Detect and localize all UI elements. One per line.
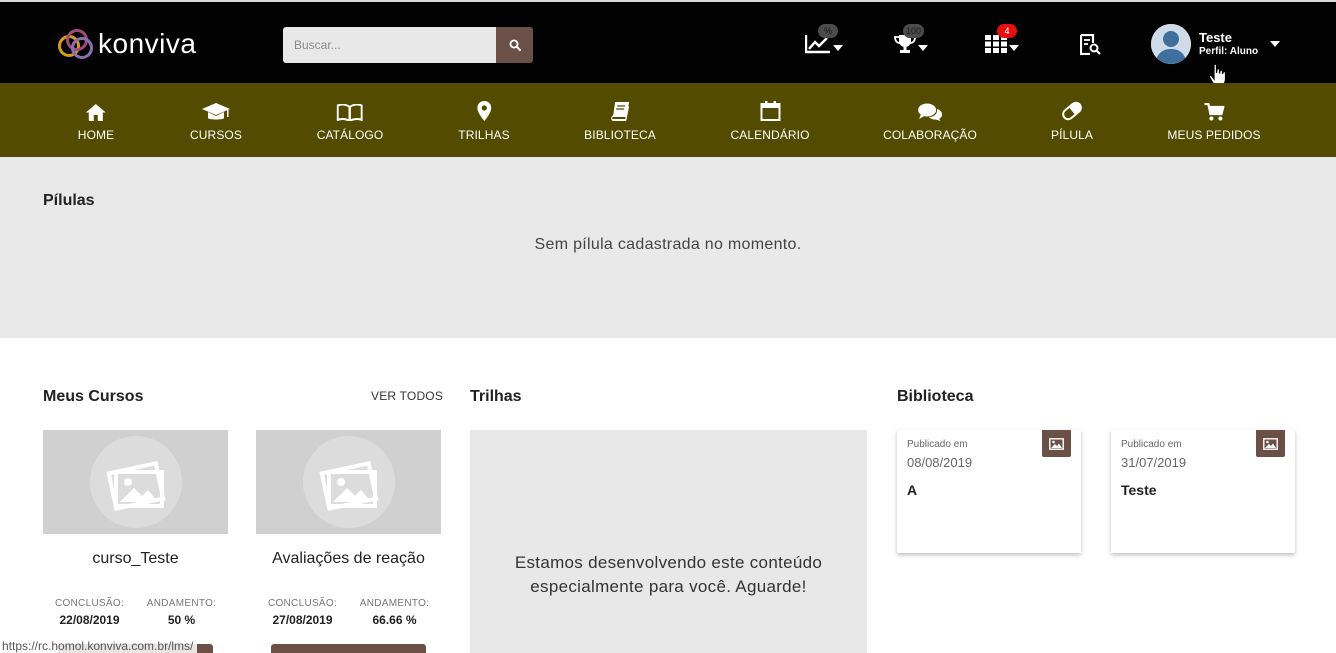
image-placeholder-icon xyxy=(302,436,395,528)
published-date: 08/08/2019 xyxy=(907,455,973,470)
apps-menu[interactable]: 4 xyxy=(985,24,1019,60)
nav-item-home[interactable]: HOME xyxy=(78,83,114,157)
nav-label: PÍLULA xyxy=(1051,127,1093,142)
chevron-down-icon xyxy=(1270,41,1281,47)
nav-item-biblioteca[interactable]: BIBLIOTECA xyxy=(584,83,656,157)
andamento-label: ANDAMENTO: xyxy=(146,598,217,609)
biblioteca-title: Biblioteca xyxy=(897,388,974,405)
course-access-button[interactable] xyxy=(271,644,426,653)
search-bar xyxy=(283,27,533,63)
andamento-label: ANDAMENTO: xyxy=(359,598,430,609)
nav-item-trilhas[interactable]: TRILHAS xyxy=(458,83,510,157)
pill-icon xyxy=(1062,101,1082,120)
image-type-badge xyxy=(1042,430,1071,457)
achievements-menu[interactable]: 100 xyxy=(894,24,928,60)
conclusao-label: CONCLUSÃO: xyxy=(54,598,125,609)
published-date: 31/07/2019 xyxy=(1121,455,1187,470)
user-menu[interactable]: Teste Perfil: Aluno xyxy=(1151,23,1281,65)
nav-item-colaboracao[interactable]: COLABORAÇÃO xyxy=(883,83,977,157)
avatar xyxy=(1151,24,1191,64)
nav-item-meus-pedidos[interactable]: MEUS PEDIDOS xyxy=(1167,83,1261,157)
andamento-value: 50 % xyxy=(167,613,196,627)
nav-item-calendario[interactable]: CALENDÁRIO xyxy=(730,83,809,157)
nav-item-catalogo[interactable]: CATÁLOGO xyxy=(317,83,384,157)
trilhas-panel: Estamos desenvolvendo este conteúdo espe… xyxy=(470,430,867,653)
image-icon xyxy=(1049,437,1064,450)
document-search-icon xyxy=(1080,33,1101,55)
user-name: Teste xyxy=(1199,30,1232,45)
image-type-badge xyxy=(1256,430,1285,457)
conclusao-date: 27/08/2019 xyxy=(272,613,333,627)
published-label: Publicado em xyxy=(1121,439,1182,450)
image-placeholder-icon xyxy=(89,436,182,528)
trophy-badge: 100 xyxy=(903,24,925,38)
status-bar-url: https://rc.homol.konviva.com.br/lms/ xyxy=(0,639,198,653)
published-label: Publicado em xyxy=(907,439,968,450)
chat-bubbles-icon xyxy=(917,103,942,121)
conclusao-date: 22/08/2019 xyxy=(59,613,120,627)
logo-rings-icon xyxy=(58,27,96,61)
course-thumbnail xyxy=(256,430,441,534)
library-card[interactable]: Publicado em 31/07/2019 Teste xyxy=(1111,430,1295,553)
progress-badge: % xyxy=(818,24,838,38)
search-icon xyxy=(509,39,521,51)
report-button[interactable] xyxy=(1080,28,1101,60)
nav-label: TRILHAS xyxy=(458,127,510,142)
open-book-icon xyxy=(337,103,363,121)
top-bar: konviva % 100 xyxy=(0,0,1336,83)
nav-label: MEUS PEDIDOS xyxy=(1167,127,1261,142)
ver-todos-link[interactable]: VER TODOS xyxy=(371,389,443,403)
conclusao-label: CONCLUSÃO: xyxy=(267,598,338,609)
nav-label: HOME xyxy=(77,127,115,142)
course-card[interactable]: curso_Teste CONCLUSÃO: 22/08/2019 ANDAME… xyxy=(43,430,228,653)
trilhas-message: Estamos desenvolvendo este conteúdo espe… xyxy=(514,553,823,596)
search-input[interactable] xyxy=(283,27,496,63)
nav-item-cursos[interactable]: CURSOS xyxy=(190,83,242,157)
course-card[interactable]: Avaliações de reação CONCLUSÃO: 27/08/20… xyxy=(256,430,441,653)
pilulas-empty-message: Sem pílula cadastrada no momento. xyxy=(534,236,802,253)
graduation-cap-icon xyxy=(201,102,230,119)
home-icon xyxy=(86,103,106,121)
apps-badge: 4 xyxy=(997,24,1017,38)
course-name: curso_Teste xyxy=(92,550,179,567)
nav-item-pilula[interactable]: PÍLULA xyxy=(1051,83,1093,157)
main-nav: HOME CURSOS CATÁLOGO TRILHAS BIBLIOTECA … xyxy=(0,83,1336,157)
konviva-logo[interactable]: konviva xyxy=(58,27,196,61)
logo-text: konviva xyxy=(98,28,197,59)
calendar-icon xyxy=(760,100,780,121)
pilulas-title: Pílulas xyxy=(43,192,95,209)
cart-icon xyxy=(1204,102,1224,120)
library-card[interactable]: Publicado em 08/08/2019 A xyxy=(897,430,1081,553)
user-role: Perfil: Aluno xyxy=(1199,46,1259,57)
chevron-down-icon xyxy=(833,45,843,51)
nav-label: COLABORAÇÃO xyxy=(883,127,977,142)
nav-label: CATÁLOGO xyxy=(316,127,384,142)
nav-label: CALENDÁRIO xyxy=(730,127,810,142)
nav-label: CURSOS xyxy=(190,127,242,142)
chevron-down-icon xyxy=(918,45,928,51)
map-marker-icon xyxy=(476,100,491,121)
course-name: Avaliações de reação xyxy=(272,550,425,567)
progress-menu[interactable]: % xyxy=(805,24,843,60)
chevron-down-icon xyxy=(1009,45,1019,51)
library-item-title: A xyxy=(907,482,918,498)
pilulas-section: Pílulas Sem pílula cadastrada no momento… xyxy=(0,157,1336,338)
image-icon xyxy=(1263,437,1278,450)
trilhas-title: Trilhas xyxy=(470,388,522,405)
andamento-value: 66.66 % xyxy=(372,613,417,627)
nav-label: BIBLIOTECA xyxy=(584,127,656,142)
meus-cursos-title: Meus Cursos xyxy=(43,388,144,405)
search-button[interactable] xyxy=(496,27,533,63)
course-thumbnail xyxy=(43,430,228,534)
library-item-title: Teste xyxy=(1121,482,1157,498)
book-icon xyxy=(611,101,629,121)
